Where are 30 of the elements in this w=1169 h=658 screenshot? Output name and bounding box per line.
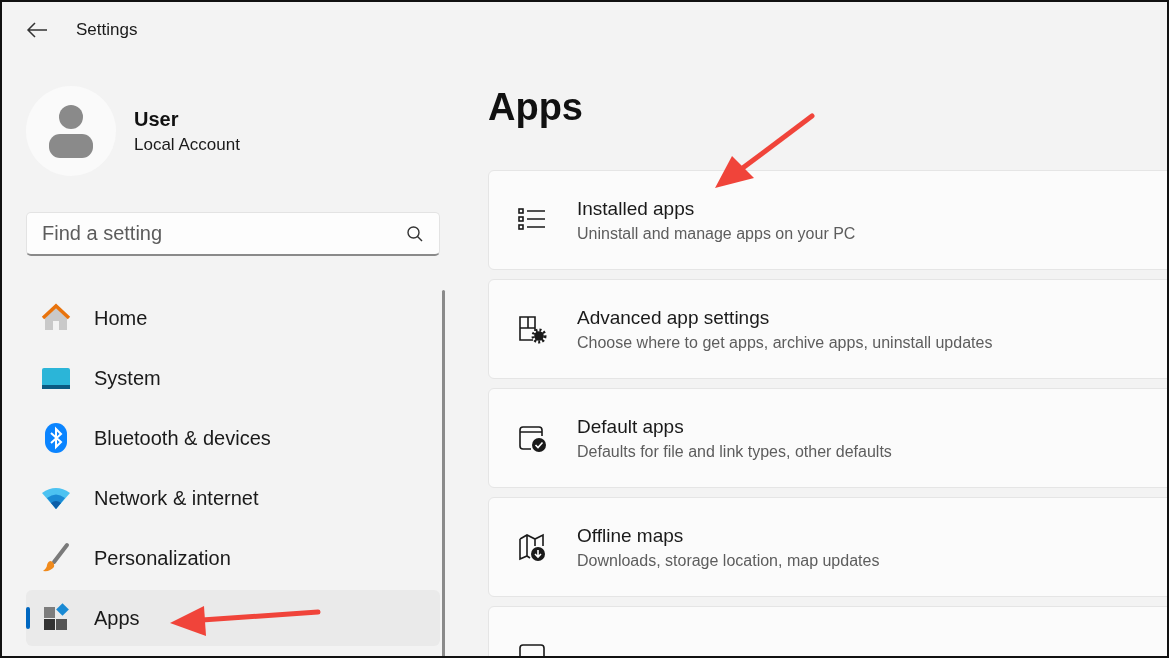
settings-card[interactable]: Installed apps Uninstall and manage apps on your PC <box>488 170 1167 270</box>
search-field[interactable]: Find a setting <box>26 212 440 256</box>
account-type: Local Account <box>134 134 240 155</box>
search-icon <box>406 225 424 243</box>
card-title: Advanced app settings <box>577 306 771 329</box>
map-download-icon <box>517 532 547 562</box>
nav-item[interactable]: Bluetooth & devices <box>26 410 440 466</box>
window-check-icon <box>517 423 547 453</box>
card-title: Installed apps <box>577 197 696 220</box>
selection-indicator <box>26 607 30 629</box>
card-description: Choose where to get apps, archive apps, uninstall updates <box>577 333 993 352</box>
settings-card[interactable]: Offline maps Downloads, storage location, map updates <box>488 497 1167 597</box>
window-title: Settings <box>76 20 138 40</box>
card-title: Offline maps <box>577 524 685 547</box>
page-title: Apps <box>488 88 584 126</box>
nav-item[interactable]: System <box>26 350 440 406</box>
nav-item[interactable]: Network & internet <box>26 470 440 526</box>
nav-item[interactable]: Apps <box>26 590 440 646</box>
nav-item[interactable]: Home <box>26 290 440 346</box>
card-description: Uninstall and manage apps on your PC <box>577 224 856 243</box>
card-description: Defaults for file and link types, other defaults <box>577 442 892 461</box>
card-description: Downloads, storage location, map updates <box>577 551 880 570</box>
settings-card[interactable]: Default apps Defaults for file and link types, other defaults <box>488 388 1167 488</box>
back-button[interactable] <box>26 21 48 39</box>
card-title: Default apps <box>577 415 685 438</box>
settings-card[interactable]: Advanced app settings Choose where to get apps, archive apps, uninstall updates <box>488 279 1167 379</box>
account-name: User <box>134 107 180 131</box>
grid-gear-icon <box>517 314 547 344</box>
scrollbar[interactable] <box>442 290 445 656</box>
nav-item[interactable]: Personalization <box>26 530 440 586</box>
